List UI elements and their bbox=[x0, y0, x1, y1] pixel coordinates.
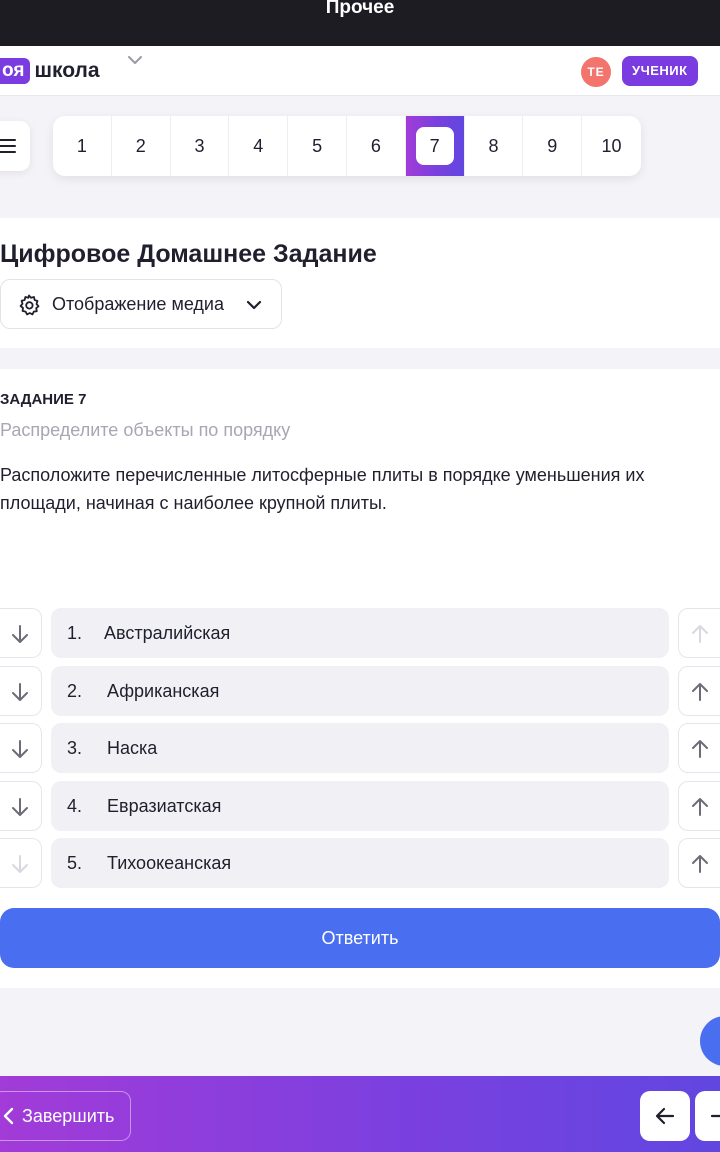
floating-action-button[interactable] bbox=[700, 1016, 720, 1066]
page-9[interactable]: 9 bbox=[523, 116, 583, 176]
menu-button[interactable] bbox=[0, 121, 30, 171]
page-title: Цифровое Домашнее Задание bbox=[0, 240, 377, 268]
avatar[interactable]: ТЕ bbox=[581, 57, 611, 87]
move-down-button-disabled bbox=[0, 838, 42, 888]
move-down-button[interactable] bbox=[0, 723, 42, 773]
arrow-up-icon bbox=[692, 683, 708, 701]
chevron-left-icon bbox=[3, 1107, 14, 1125]
arrow-down-icon bbox=[12, 683, 28, 701]
submit-answer-button[interactable]: Ответить bbox=[0, 908, 720, 968]
logo-text: школа bbox=[34, 59, 100, 82]
order-item-row: 2. Африканская bbox=[0, 666, 720, 716]
page-5[interactable]: 5 bbox=[288, 116, 347, 176]
move-up-button[interactable] bbox=[678, 723, 720, 773]
arrow-up-icon bbox=[692, 625, 708, 643]
logo-badge: оя bbox=[0, 58, 31, 84]
chevron-down-icon[interactable] bbox=[127, 52, 143, 73]
arrow-left-icon bbox=[655, 1107, 675, 1125]
page-3[interactable]: 3 bbox=[171, 116, 230, 176]
arrow-down-icon bbox=[12, 798, 28, 816]
list-item[interactable]: 4. Евразиатская bbox=[51, 781, 669, 831]
school-logo[interactable]: оя школа bbox=[0, 58, 100, 84]
top-bar-title: Прочее bbox=[325, 0, 395, 18]
page-4[interactable]: 4 bbox=[229, 116, 289, 176]
page-7-active[interactable]: 7 bbox=[405, 116, 465, 176]
move-down-button[interactable] bbox=[0, 781, 42, 831]
task-number: ЗАДАНИЕ 7 bbox=[0, 391, 87, 408]
media-display-button[interactable]: Отображение медиа bbox=[0, 279, 282, 329]
gear-icon bbox=[19, 294, 40, 316]
finish-label: Завершить bbox=[22, 1106, 115, 1126]
app-header: оя школа ТЕ УЧЕНИК bbox=[0, 46, 720, 96]
arrow-right-icon bbox=[710, 1108, 720, 1124]
page-1[interactable]: 1 bbox=[53, 116, 112, 176]
order-item-row: 1. Австралийская bbox=[0, 608, 720, 658]
page-8[interactable]: 8 bbox=[465, 116, 524, 176]
menu-icon bbox=[0, 139, 16, 153]
list-item[interactable]: 1. Австралийская bbox=[51, 608, 669, 658]
order-item-row: 3. Наска bbox=[0, 723, 720, 773]
move-up-button-disabled bbox=[678, 608, 720, 658]
list-item[interactable]: 5. Тихоокеанская bbox=[51, 838, 669, 888]
bottom-bar: Завершить bbox=[0, 1076, 720, 1152]
task-question: Расположите перечисленные литосферные пл… bbox=[0, 465, 645, 513]
arrow-up-icon bbox=[692, 855, 708, 873]
move-up-button[interactable] bbox=[678, 666, 720, 716]
page-6[interactable]: 6 bbox=[347, 116, 406, 176]
list-item[interactable]: 2. Африканская bbox=[51, 666, 669, 716]
next-task-button[interactable] bbox=[695, 1091, 720, 1141]
homework-title-card: Цифровое Домашнее Задание Отображение ме… bbox=[0, 218, 720, 348]
order-item-row: 5. Тихоокеанская bbox=[0, 838, 720, 888]
arrow-up-icon bbox=[692, 798, 708, 816]
move-up-button[interactable] bbox=[678, 838, 720, 888]
task-instruction: Распределите объекты по порядку bbox=[0, 420, 291, 440]
arrow-down-icon bbox=[12, 740, 28, 758]
move-down-button[interactable] bbox=[0, 608, 42, 658]
chevron-down-icon bbox=[246, 300, 262, 310]
finish-button[interactable]: Завершить bbox=[0, 1091, 131, 1141]
arrow-down-icon bbox=[12, 855, 28, 873]
move-down-button[interactable] bbox=[0, 666, 42, 716]
role-badge[interactable]: УЧЕНИК bbox=[622, 56, 698, 86]
list-item[interactable]: 3. Наска bbox=[51, 723, 669, 773]
arrow-up-icon bbox=[692, 740, 708, 758]
media-display-label: Отображение медиа bbox=[52, 294, 225, 314]
page-2[interactable]: 2 bbox=[112, 116, 171, 176]
order-item-row: 4. Евразиатская bbox=[0, 781, 720, 831]
arrow-down-icon bbox=[12, 625, 28, 643]
move-up-button[interactable] bbox=[678, 781, 720, 831]
previous-task-button[interactable] bbox=[640, 1091, 690, 1141]
top-bar: Прочее bbox=[0, 0, 720, 46]
page-10[interactable]: 10 bbox=[582, 116, 641, 176]
task-pager: 1 2 3 4 5 6 7 8 9 10 bbox=[53, 116, 641, 176]
